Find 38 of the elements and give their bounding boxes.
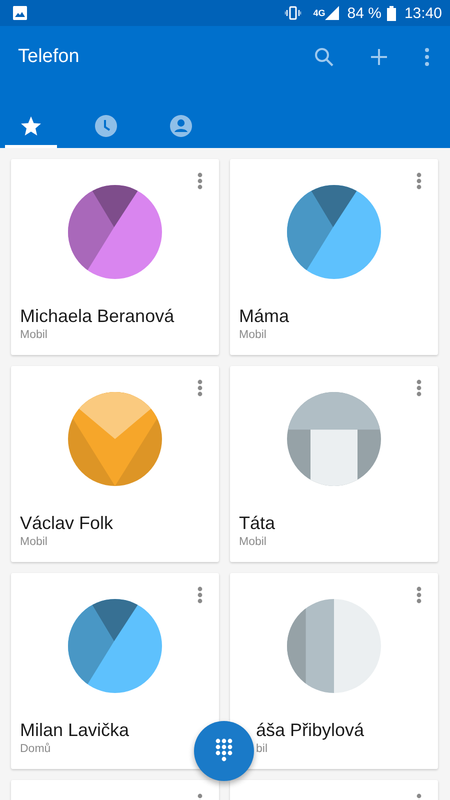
more-options-icon[interactable] (416, 379, 422, 397)
signal-icon (325, 6, 340, 20)
contact-card[interactable]: Táta Mobil (230, 366, 438, 562)
contact-name: Michaela Beranová (20, 306, 176, 327)
vibrate-icon (285, 6, 302, 20)
contact-card[interactable]: áša Přibylová bil (230, 573, 438, 769)
more-options-icon[interactable] (424, 47, 430, 67)
contact-card[interactable]: Máma Mobil (230, 159, 438, 355)
phone-type-label: Mobil (20, 536, 48, 548)
image-icon (13, 6, 27, 20)
phone-type-label: bil (256, 743, 269, 755)
battery-icon (387, 6, 396, 20)
more-options-icon[interactable] (197, 379, 203, 397)
more-options-icon[interactable] (416, 172, 422, 190)
contact-card[interactable]: Milan Lavička Domů (11, 573, 219, 769)
person-icon (170, 115, 192, 137)
search-icon[interactable] (314, 47, 334, 67)
contact-name: Václav Folk (20, 513, 114, 534)
add-icon[interactable] (370, 48, 388, 66)
contact-name: áša Přibylová (256, 720, 366, 741)
clock: 13:40 (404, 4, 442, 22)
contact-card[interactable]: Michaela Beranová Mobil (11, 159, 219, 355)
phone-type-label: Mobil (239, 536, 268, 548)
battery-percent: 84 % (347, 4, 382, 22)
phone-type-label: Mobil (20, 329, 48, 341)
network-type: 4G (313, 8, 326, 18)
contact-name: Milan Lavička (20, 720, 130, 741)
contact-name: Táta (239, 513, 276, 534)
more-options-icon[interactable] (197, 172, 203, 190)
contact-name: Máma (239, 306, 290, 327)
phone-type-label: Domů (20, 743, 52, 755)
star-icon (20, 115, 42, 137)
clock-icon (95, 115, 117, 137)
more-options-icon[interactable] (416, 586, 422, 604)
contact-card[interactable]: Václav Folk Mobil (11, 366, 219, 562)
phone-type-label: Mobil (239, 329, 268, 341)
more-options-icon[interactable] (197, 586, 203, 604)
app-title: Telefon (18, 46, 80, 68)
